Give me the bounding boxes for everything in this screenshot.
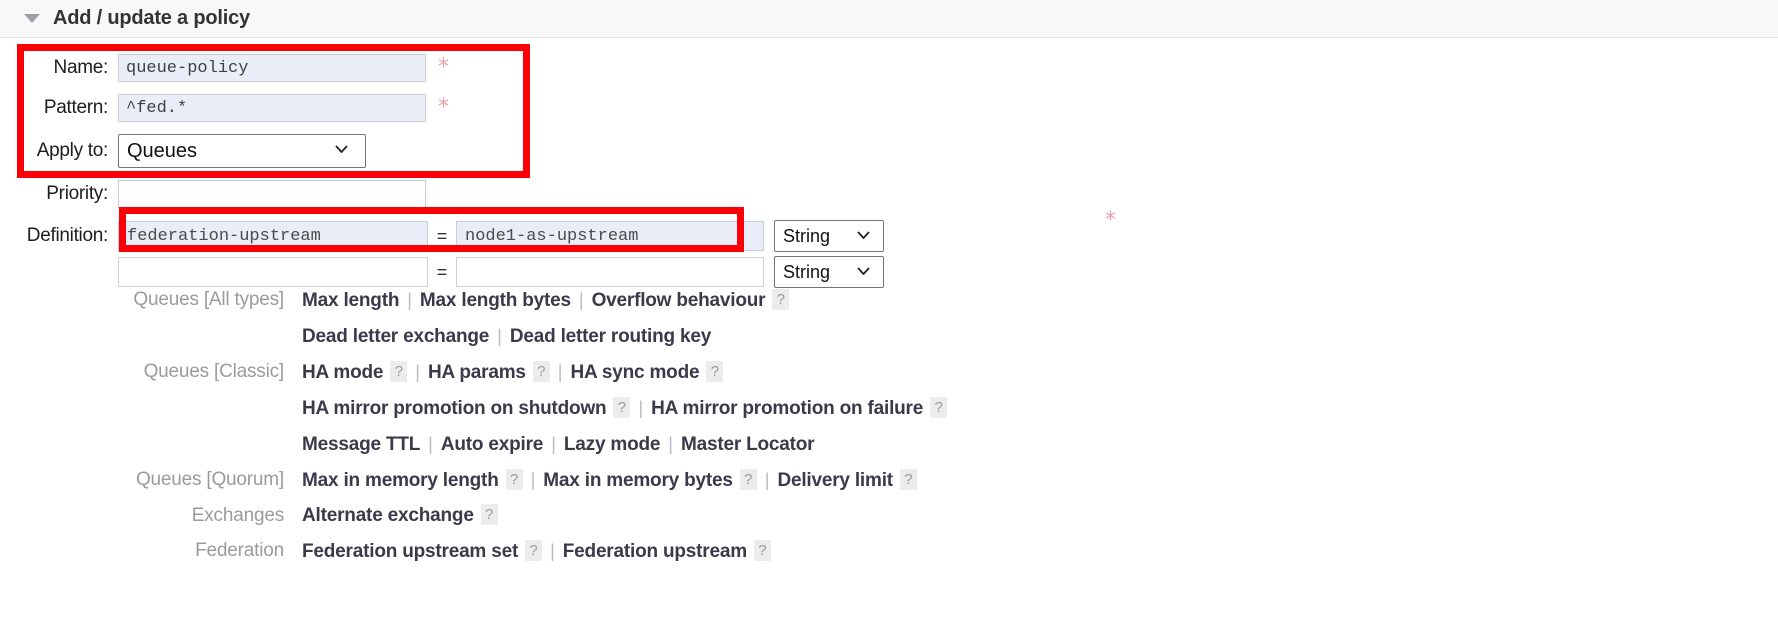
shortcut-link[interactable]: Federation upstream set — [302, 541, 518, 562]
form-row-priority: Priority: — [0, 174, 1400, 214]
pattern-input[interactable] — [118, 94, 426, 122]
caret-down-icon[interactable] — [24, 14, 40, 23]
policy-form: Name: * Pattern: * Apply to: Queues Prio… — [0, 48, 1400, 290]
shortcut-group-lines: Max in memory length? | Max in memory byte… — [302, 463, 1400, 499]
priority-input[interactable] — [118, 180, 426, 208]
shortcut-separator: | — [551, 434, 556, 454]
shortcut-line: Federation upstream set? | Federation upst… — [302, 534, 1400, 570]
apply-to-select-wrap[interactable]: Queues — [118, 134, 366, 168]
shortcut-separator: | — [638, 398, 644, 418]
shortcut-link[interactable]: Master Locator — [681, 434, 815, 455]
apply-to-label: Apply to: — [36, 140, 109, 161]
help-icon[interactable]: ? — [899, 469, 917, 490]
shortcut-group-label: Queues [Classic] — [143, 361, 285, 382]
shortcut-group-lines: Federation upstream set? | Federation upst… — [302, 534, 1400, 570]
shortcut-line: HA mode? | HA params? | HA sync mode? — [302, 355, 1400, 391]
section-header[interactable]: Add / update a policy — [0, 0, 1778, 38]
shortcut-link[interactable]: Auto expire — [441, 434, 544, 455]
shortcut-line: Max length | Max length bytes | Overflow beh… — [302, 283, 1400, 319]
shortcut-group: Queues [Classic] HA mode? | HA params? | HA s… — [0, 355, 1400, 463]
help-icon[interactable]: ? — [753, 540, 771, 561]
shortcut-link[interactable]: Alternate exchange — [302, 505, 474, 526]
priority-label: Priority: — [46, 183, 108, 204]
help-icon[interactable]: ? — [505, 469, 523, 490]
definition-type-select-wrap-1[interactable]: String — [764, 220, 884, 252]
help-icon[interactable]: ? — [739, 469, 757, 490]
shortcut-line: HA mirror promotion on shutdown? | HA mirr… — [302, 391, 1400, 427]
shortcut-separator: | — [764, 470, 770, 490]
definition-label: Definition: — [26, 225, 109, 246]
shortcut-link[interactable]: Max in memory bytes — [543, 470, 733, 491]
shortcut-group-label: Queues [All types] — [133, 289, 284, 310]
policy-shortcut-links: Queues [All types] Max length | Max length … — [0, 283, 1400, 570]
shortcut-link[interactable]: HA sync mode — [570, 362, 699, 383]
pattern-label: Pattern: — [43, 97, 108, 118]
shortcut-separator: | — [407, 290, 412, 310]
shortcut-line: Max in memory length? | Max in memory byte… — [302, 463, 1400, 499]
shortcut-separator: | — [557, 362, 563, 382]
help-icon[interactable]: ? — [390, 361, 408, 382]
shortcut-link[interactable]: Max length bytes — [420, 290, 571, 311]
shortcut-link[interactable]: Message TTL — [302, 434, 420, 455]
shortcut-group: Exchanges Alternate exchange? — [0, 499, 1400, 534]
shortcut-link[interactable]: Max length — [302, 290, 399, 311]
help-icon[interactable]: ? — [930, 397, 948, 418]
shortcut-link[interactable]: Overflow behaviour — [592, 290, 766, 311]
shortcut-link[interactable]: Delivery limit — [777, 470, 893, 491]
shortcut-group-lines: Alternate exchange? — [302, 499, 1400, 534]
definition-value-input-1[interactable] — [456, 221, 764, 251]
help-icon[interactable]: ? — [706, 361, 724, 382]
shortcut-separator: | — [550, 541, 555, 561]
shortcut-group: Queues [Quorum] Max in memory length? | Max… — [0, 463, 1400, 499]
apply-to-select[interactable]: Queues — [118, 134, 366, 168]
shortcut-group: Federation Federation upstream set? | Feder… — [0, 534, 1400, 570]
help-icon[interactable]: ? — [480, 504, 498, 525]
shortcut-separator: | — [415, 362, 420, 382]
name-input[interactable] — [118, 54, 426, 82]
shortcut-link[interactable]: HA params — [428, 362, 526, 383]
shortcut-line: Alternate exchange? — [302, 499, 1400, 534]
definition-required-marker: * — [1105, 208, 1116, 233]
shortcut-group-label: Federation — [195, 540, 284, 561]
form-row-apply-to: Apply to: Queues — [0, 128, 1400, 174]
help-icon[interactable]: ? — [525, 540, 543, 561]
shortcut-group-lines: Max length | Max length bytes | Overflow beh… — [302, 283, 1400, 355]
shortcut-group-label: Queues [Quorum] — [135, 469, 284, 490]
definition-key-input-1[interactable] — [118, 221, 428, 251]
definition-type-select-1[interactable]: String — [774, 220, 884, 252]
shortcut-separator: | — [668, 434, 673, 454]
shortcut-link[interactable]: Lazy mode — [564, 434, 661, 455]
shortcut-separator: | — [497, 326, 502, 346]
shortcut-link[interactable]: HA mode — [302, 362, 383, 383]
shortcut-separator: | — [530, 470, 536, 490]
shortcut-line: Message TTL | Auto expire | Lazy mode | Master… — [302, 427, 1400, 463]
page-title: Add / update a policy — [53, 7, 250, 29]
pattern-required-marker: * — [438, 95, 449, 120]
shortcut-line: Dead letter exchange | Dead letter routing… — [302, 319, 1400, 355]
shortcut-group: Queues [All types] Max length | Max length … — [0, 283, 1400, 355]
help-icon[interactable]: ? — [532, 361, 550, 382]
help-icon[interactable]: ? — [772, 289, 790, 310]
definition-row-1: Definition: = String — [0, 218, 1400, 254]
definition-equals-2: = — [436, 261, 448, 282]
shortcut-separator: | — [428, 434, 433, 454]
form-row-name: Name: * — [0, 48, 1400, 88]
shortcut-link[interactable]: Federation upstream — [563, 541, 747, 562]
shortcut-group-label: Exchanges — [191, 505, 284, 526]
shortcut-link[interactable]: HA mirror promotion on failure — [651, 398, 923, 419]
shortcut-link[interactable]: HA mirror promotion on shutdown — [302, 398, 607, 419]
shortcut-link[interactable]: Dead letter routing key — [510, 326, 711, 347]
name-label: Name: — [53, 57, 109, 78]
definition-equals-1: = — [436, 225, 448, 246]
form-row-pattern: Pattern: * — [0, 88, 1400, 128]
shortcut-link[interactable]: Dead letter exchange — [302, 326, 489, 347]
name-required-marker: * — [438, 55, 449, 80]
shortcut-group-lines: HA mode? | HA params? | HA sync mode? HA mirr… — [302, 355, 1400, 463]
help-icon[interactable]: ? — [613, 397, 631, 418]
shortcut-separator: | — [578, 290, 584, 310]
shortcut-link[interactable]: Max in memory length — [302, 470, 499, 491]
